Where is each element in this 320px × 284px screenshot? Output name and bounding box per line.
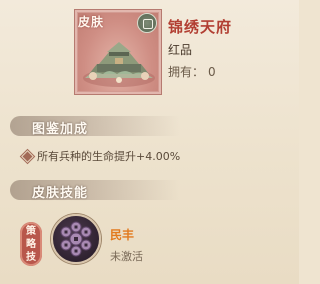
- mansion-illustration: [83, 42, 155, 87]
- owned-label: 拥有：: [168, 65, 205, 79]
- owned-count: 拥有： 0: [168, 63, 216, 80]
- bonus-item: 所有兵种的生命提升+4.00%: [22, 148, 181, 164]
- badge-char: 技: [26, 251, 36, 263]
- skin-detail-panel: 皮肤 锦绣天府 红品 拥有： 0 图鉴加成 所有兵种的生命提升+4.00% 皮肤技…: [0, 0, 299, 284]
- skill-icon[interactable]: [51, 214, 101, 264]
- seal-icon: [137, 13, 157, 33]
- skin-name: 锦绣天府: [168, 18, 233, 36]
- owned-value: 0: [208, 65, 216, 79]
- diamond-bullet-icon: [22, 151, 33, 161]
- section-title: 皮肤技能: [32, 186, 89, 201]
- skin-card[interactable]: 皮肤: [74, 9, 162, 95]
- skin-tag-label: 皮肤: [78, 15, 105, 29]
- badge-char: 略: [26, 238, 36, 250]
- skin-rarity: 红品: [168, 43, 193, 57]
- skill-name: 民丰: [110, 228, 135, 242]
- bonus-text: 所有兵种的生命提升+4.00%: [37, 150, 181, 163]
- skill-status: 未激活: [110, 250, 143, 263]
- skin-skills-header: 皮肤技能: [10, 178, 180, 202]
- badge-char: 策: [26, 225, 36, 237]
- tactic-skill-badge: 策 略 技: [20, 222, 42, 266]
- collection-bonus-header: 图鉴加成: [10, 114, 180, 138]
- coin-cluster-icon: [60, 221, 92, 257]
- section-title: 图鉴加成: [32, 122, 89, 137]
